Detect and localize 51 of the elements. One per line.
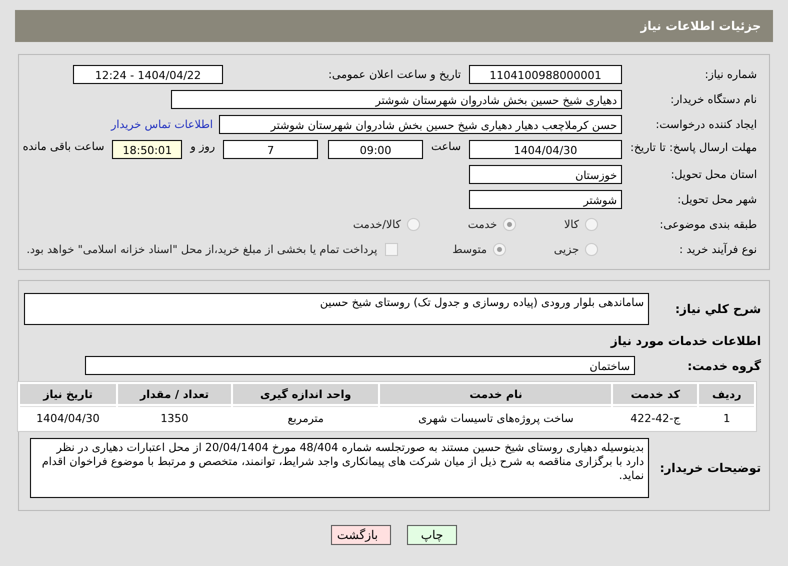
field-label: نوع فرآیند خرید :	[678, 243, 758, 256]
need-number-field: 1104100988000001	[469, 65, 622, 84]
description-field: ساماندهی بلوار ورودی (پیاده روسازی و جدول تک) روستای شیخ حسین	[24, 293, 649, 325]
field-label: استان محل تحویل:	[670, 168, 758, 181]
field-label: شهر محل تحویل:	[676, 193, 758, 206]
announce-date-field: 1404/04/22 - 12:24	[73, 65, 223, 84]
column-header: تعداد / مقدار	[118, 384, 231, 404]
field-label: ایجاد کننده درخواست:	[654, 118, 758, 131]
column-header: ردیف	[699, 384, 754, 404]
radio-button[interactable]	[503, 218, 516, 231]
back-button[interactable]: بازگشت	[331, 525, 391, 545]
deadline-time-field: 09:00	[328, 140, 424, 159]
radio-button[interactable]	[492, 243, 506, 256]
column-header: نام خدمت	[380, 384, 612, 404]
field-label: گروه خدمت:	[686, 358, 761, 372]
field-label: مهلت ارسال پاسخ: تا تاریخ:	[629, 140, 758, 156]
field-label: نام دستگاه خریدار:	[669, 93, 758, 106]
radio-button[interactable]	[406, 218, 420, 231]
radio-label: کالا	[564, 218, 579, 231]
radio-label: متوسط	[452, 243, 487, 256]
creator-field: حسن کرملاچعب دهیار دهیاری شیخ حسین بخش شادروان شهرستان شوشتر	[219, 115, 622, 134]
column-header: کد خدمت	[613, 384, 698, 404]
deadline-date-field: 1404/04/30	[469, 140, 622, 159]
column-header: واحد اندازه گیری	[232, 384, 378, 404]
print-button[interactable]: چاپ	[407, 525, 457, 545]
province-field: خوزستان	[469, 165, 622, 184]
field-label: طبقه بندی موضوعی:	[658, 218, 758, 231]
section-title: اطلاعات خدمات مورد نیاز	[610, 334, 761, 348]
radio-button[interactable]	[585, 218, 598, 231]
buyer-notes-field: بدینوسیله دهیاری روستای شیخ حسین مستند به صورتجلسه شماره 48/404 مورخ 20/04/1404 از محل اعتبارات دهیاری در نظر دارد با برگزاری مناقصه به شرح ذیل از میان شرکت های پیمانکاری واجد شرایط، توانمند، متخصص و مرتبط با موضوع فراخوان اقدام نماید.	[30, 438, 649, 498]
field-label: توضیحات خریدار:	[658, 461, 761, 475]
field-label: شرح کلي نیاز:	[674, 302, 761, 316]
service-group-field: ساختمان	[85, 356, 635, 375]
field-label: ساعت باقی مانده	[22, 140, 106, 153]
remaining-time-field: 18:50:01	[112, 140, 182, 159]
field-label: روز و	[188, 140, 216, 153]
radio-label: جزیی	[554, 243, 579, 256]
checkbox-label: پرداخت تمام یا بخشی از مبلغ خرید،از محل "اسناد خزانه اسلامی" خواهد بود.	[26, 243, 378, 256]
radio-label: کالا/خدمت	[353, 218, 401, 231]
city-field: شوشتر	[469, 190, 622, 209]
column-header: تاریخ نیاز	[20, 384, 116, 404]
field-label: تاریخ و ساعت اعلان عمومی:	[327, 68, 462, 81]
field-label: ساعت	[430, 140, 462, 153]
contact-link[interactable]: اطلاعات تماس خریدار	[111, 118, 219, 131]
radio-button[interactable]	[585, 243, 598, 256]
buyer-org-field: دهیاری شیخ حسین بخش شادروان شهرستان شوشتر	[171, 90, 622, 109]
radio-label: خدمت	[468, 218, 498, 231]
field-label: شماره نیاز:	[704, 68, 758, 81]
checkbox[interactable]	[385, 243, 398, 256]
days-field: 7	[223, 140, 318, 159]
page-title: جزئیات اطلاعات نیاز	[640, 19, 761, 33]
